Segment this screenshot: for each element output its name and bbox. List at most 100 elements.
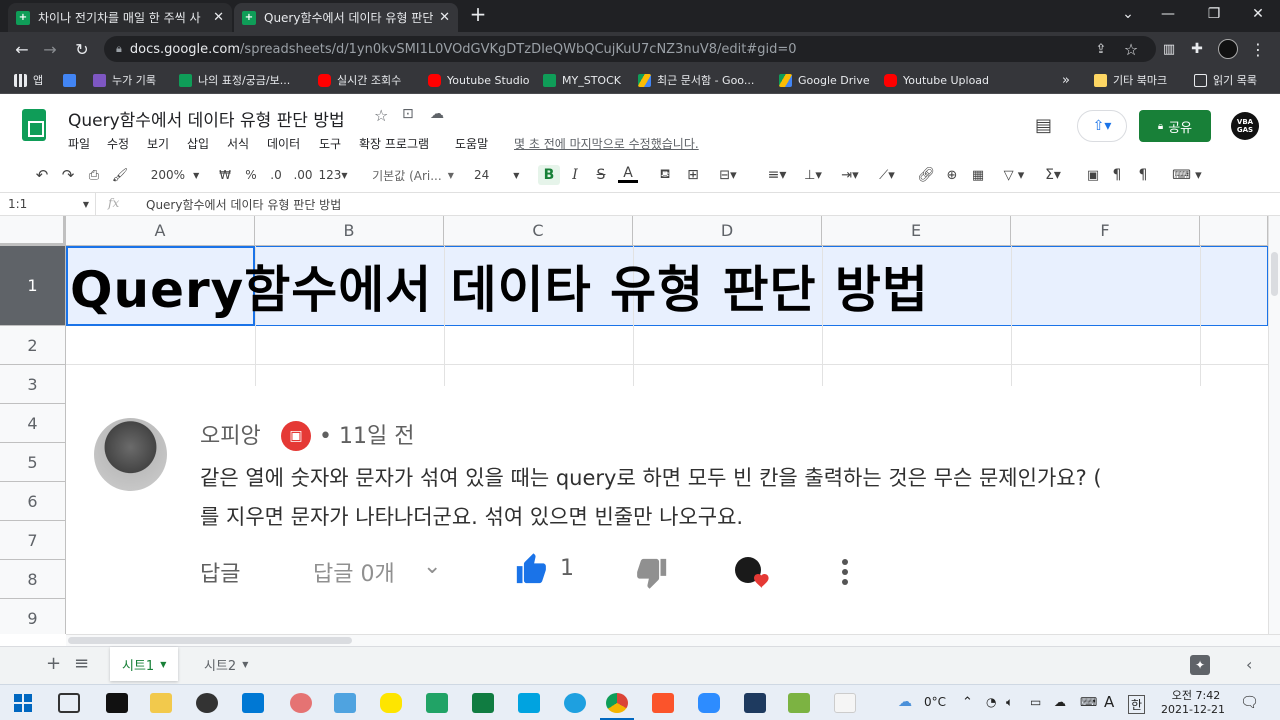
row-header-9[interactable]: 9 — [0, 599, 66, 634]
more-vertical-icon[interactable] — [835, 556, 855, 590]
italic-button[interactable]: I — [566, 165, 584, 185]
add-sheet-button[interactable]: + — [46, 653, 61, 674]
reply-button[interactable]: 답글 — [200, 556, 240, 588]
strikethrough-button[interactable]: S — [592, 165, 610, 185]
text-color-button[interactable]: A — [618, 165, 638, 183]
star-icon[interactable]: ☆ — [374, 106, 388, 125]
last-edit-link[interactable]: 몇 초 전에 마지막으로 수정했습니다. — [514, 135, 699, 152]
keyboard-icon[interactable]: ⌨ ▾ — [1170, 165, 1204, 185]
creator-heart-icon[interactable] — [734, 556, 772, 590]
print-icon[interactable]: ⎙ — [84, 165, 104, 185]
powershell-icon[interactable] — [744, 693, 766, 713]
bold-button[interactable]: B — [538, 165, 560, 185]
ime-mode-han[interactable]: 한 — [1128, 695, 1146, 714]
row-header-3[interactable]: 3 — [0, 365, 66, 404]
sheets-logo-icon[interactable] — [22, 109, 46, 141]
side-panel-toggle-icon[interactable]: ‹ — [1246, 655, 1252, 674]
row-header-6[interactable]: 6 — [0, 482, 66, 521]
vertical-align-icon[interactable]: ⊥▾ — [798, 165, 828, 185]
cloud-status-icon[interactable]: ☁ — [430, 106, 444, 122]
address-bar[interactable]: 🔒︎ docs.google.com /spreadsheets/d/1yn0k… — [104, 36, 1156, 62]
functions-icon[interactable]: Σ▾ — [1038, 165, 1068, 185]
minimize-icon[interactable]: — — [1148, 0, 1188, 28]
menu-help[interactable]: 도움말 — [455, 135, 488, 152]
window-close-icon[interactable]: ✕ — [1238, 0, 1278, 28]
increase-decimal-button[interactable]: .00 — [292, 165, 314, 185]
more-formats-select[interactable]: 123 ▼ — [318, 165, 348, 185]
font-size-select[interactable]: 24 ▼ — [474, 165, 524, 185]
account-avatar[interactable]: VBA GAS — [1231, 112, 1259, 140]
column-header-e[interactable]: E — [822, 216, 1011, 246]
share-page-icon[interactable]: ⇪ — [1089, 37, 1113, 61]
chrome-icon[interactable] — [606, 693, 628, 713]
column-header-d[interactable]: D — [633, 216, 822, 246]
bookmark-6[interactable]: 최근 문서함 - Goo... — [638, 71, 754, 89]
row-header-4[interactable]: 4 — [0, 404, 66, 443]
column-header-a[interactable]: A — [66, 216, 255, 246]
thumbs-down-icon[interactable] — [635, 556, 669, 590]
close-icon[interactable]: ✕ — [213, 10, 224, 25]
row-header-8[interactable]: 8 — [0, 560, 66, 599]
menu-file[interactable]: 파일 — [68, 135, 90, 152]
bookmarks-more[interactable]: » — [1062, 71, 1070, 89]
comment-author[interactable]: 오피앙 — [200, 418, 261, 450]
column-header-f[interactable]: F — [1011, 216, 1200, 246]
menu-data[interactable]: 데이터 — [267, 135, 300, 152]
reading-mode-icon[interactable]: ▥ — [1157, 37, 1181, 61]
new-tab-button[interactable]: + — [458, 0, 498, 28]
insert-comment-icon[interactable]: ⊕ — [942, 165, 962, 185]
row-header-1[interactable]: 1 — [0, 246, 66, 326]
cloud-icon[interactable]: ☁ — [1054, 695, 1066, 709]
edge-icon[interactable] — [564, 693, 586, 713]
vscode-icon[interactable] — [242, 693, 264, 713]
move-folder-icon[interactable]: ⊡ — [402, 106, 414, 122]
bookmark-4[interactable]: Youtube Studio — [428, 71, 530, 89]
font-family-select[interactable]: 기본값 (Ari... ▼ — [370, 165, 456, 185]
comment-history-icon[interactable]: ▤ — [1035, 115, 1052, 136]
obs-icon[interactable] — [196, 693, 218, 713]
back-arrow-icon[interactable]: ← — [10, 37, 34, 61]
zoom-icon[interactable] — [698, 693, 720, 713]
commenter-avatar[interactable] — [94, 418, 167, 491]
menu-edit[interactable]: 수정 — [107, 135, 129, 152]
borders-icon[interactable]: ⊞ — [683, 165, 703, 185]
sheet-tab-1[interactable]: 시트1 ▼ — [110, 647, 179, 681]
chart-app-icon[interactable] — [426, 693, 448, 713]
document-title[interactable]: Query함수에서 데이타 유형 판단 방법 — [68, 106, 345, 131]
present-button[interactable]: ⇧▾ — [1077, 110, 1127, 142]
browser-tab-2[interactable]: + Query함수에서 데이타 유형 판단 ✕ — [234, 3, 458, 32]
windows-start-icon[interactable] — [14, 694, 32, 712]
maximize-icon[interactable]: ❐ — [1194, 0, 1234, 28]
zoom-select[interactable]: 200% ▼ — [148, 165, 202, 185]
currency-format-button[interactable]: ₩ — [216, 165, 234, 185]
extensions-icon[interactable]: ✚ — [1185, 37, 1209, 61]
undo-icon[interactable]: ↶ — [32, 165, 52, 185]
redo-icon[interactable]: ↷ — [58, 165, 78, 185]
row-header-2[interactable]: 2 — [0, 326, 66, 365]
volume-icon[interactable]: 🔈︎ — [1006, 695, 1013, 710]
bookmark-star-icon[interactable]: ☆ — [1119, 37, 1143, 61]
bookmark-7[interactable]: Google Drive — [779, 71, 870, 89]
fill-color-icon[interactable]: ⛾ — [655, 165, 675, 185]
clock-date[interactable]: 2021-12-21 — [1160, 703, 1226, 716]
notifications-icon[interactable]: 🗨︎ — [1240, 693, 1259, 711]
app-icon-3[interactable] — [834, 693, 856, 713]
replies-count[interactable]: 답글 0개 — [313, 556, 395, 588]
kakaotalk-icon[interactable] — [380, 693, 402, 713]
android-icon[interactable] — [788, 693, 810, 713]
menu-format[interactable]: 서식 — [227, 135, 249, 152]
row-header-7[interactable]: 7 — [0, 521, 66, 560]
input-tools-icon[interactable]: ▣ — [1084, 165, 1102, 185]
reload-icon[interactable]: ↻ — [70, 37, 94, 61]
decrease-decimal-button[interactable]: .0 — [266, 165, 286, 185]
menu-view[interactable]: 보기 — [147, 135, 169, 152]
name-box[interactable]: 1:1 ▼ — [0, 193, 96, 215]
vertical-scrollbar[interactable] — [1268, 216, 1280, 634]
close-icon[interactable]: ✕ — [439, 10, 450, 25]
ime-mode-a[interactable]: A — [1104, 693, 1114, 711]
task-view-icon[interactable] — [58, 693, 80, 713]
clock-time[interactable]: 오전 7:42 — [1170, 687, 1222, 703]
horizontal-scrollbar[interactable] — [66, 634, 1280, 646]
bookmark-3[interactable]: 실시간 조회수 — [318, 71, 401, 89]
column-header-b[interactable]: B — [255, 216, 444, 246]
